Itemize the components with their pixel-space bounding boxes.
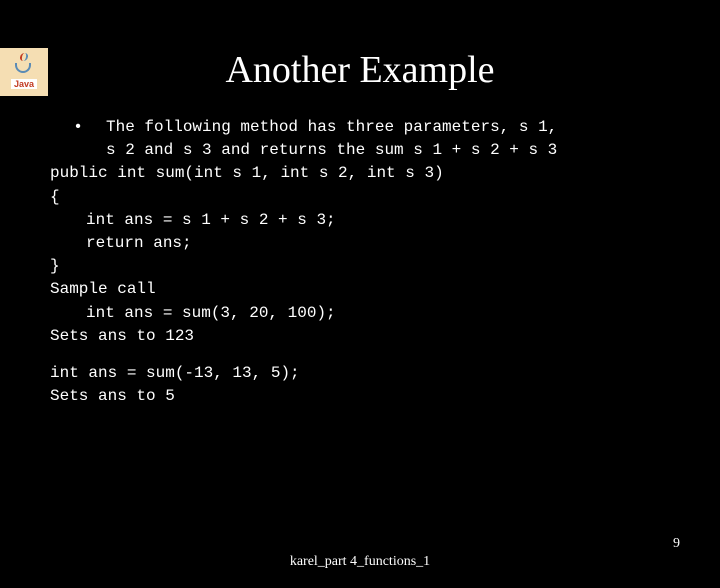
code-body-2: return ans;	[50, 232, 670, 255]
footer-text: karel_part 4_functions_1	[0, 554, 720, 570]
second-result: Sets ans to 5	[50, 385, 670, 408]
desc-text-1: The following method has three parameter…	[106, 116, 670, 139]
java-logo-text: Java	[11, 79, 37, 89]
code-signature: public int sum(int s 1, int s 2, int s 3…	[50, 162, 670, 185]
second-call-code: int ans = sum(-13, 13, 5);	[50, 362, 670, 385]
code-open-brace: {	[50, 186, 670, 209]
bullet-icon: •	[50, 116, 106, 139]
code-body-1: int ans = s 1 + s 2 + s 3;	[50, 209, 670, 232]
description-line-1: • The following method has three paramet…	[50, 116, 670, 139]
sample-call-code: int ans = sum(3, 20, 100);	[50, 302, 670, 325]
java-logo: Java	[0, 48, 48, 96]
sample-call-label: Sample call	[50, 278, 670, 301]
code-close-brace: }	[50, 255, 670, 278]
sample-result: Sets ans to 123	[50, 325, 670, 348]
page-number: 9	[673, 536, 680, 552]
slide-content: • The following method has three paramet…	[0, 116, 720, 408]
slide-title: Another Example	[0, 48, 720, 92]
description-line-2: s 2 and s 3 and returns the sum s 1 + s …	[50, 139, 670, 162]
coffee-cup-icon	[13, 55, 35, 77]
